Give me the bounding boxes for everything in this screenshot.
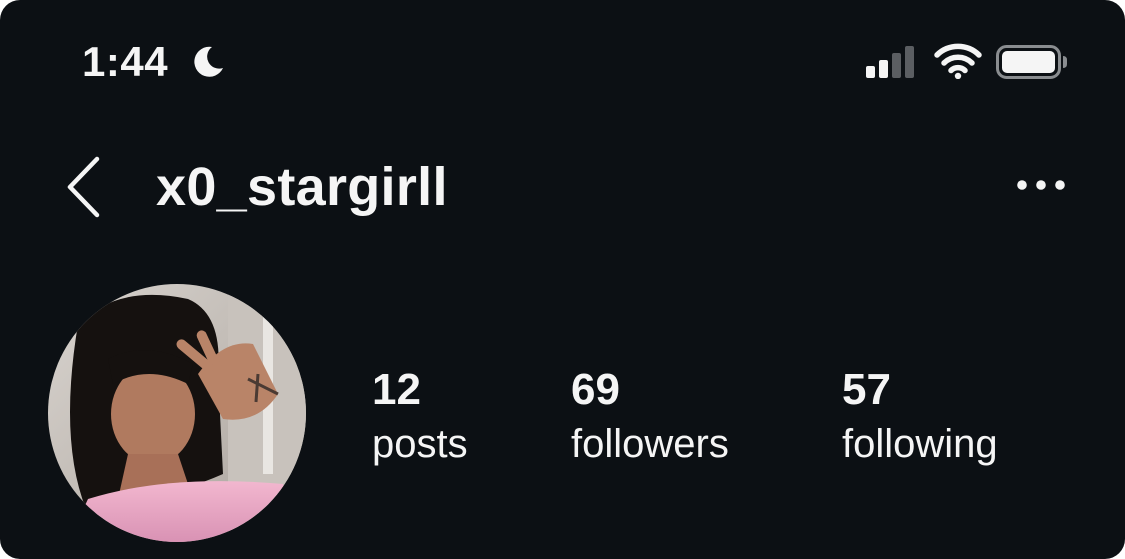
cellular-signal-icon bbox=[866, 46, 914, 78]
more-options-button[interactable] bbox=[1012, 172, 1070, 198]
posts-label: posts bbox=[372, 422, 468, 466]
following-stat[interactable]: 57 following bbox=[842, 364, 998, 470]
followers-count: 69 bbox=[571, 365, 620, 414]
posts-count: 12 bbox=[372, 365, 421, 414]
followers-stat[interactable]: 69 followers bbox=[571, 364, 729, 470]
battery-icon bbox=[996, 45, 1067, 79]
posts-stat[interactable]: 12 posts bbox=[372, 364, 468, 470]
wifi-icon bbox=[934, 43, 982, 79]
status-time: 1:44 bbox=[82, 38, 169, 85]
profile-screen: 1:44 x0_stargirll 12 posts 69 followers … bbox=[0, 0, 1125, 559]
moon-icon bbox=[194, 46, 223, 77]
profile-username: x0_stargirll bbox=[156, 157, 448, 217]
back-button[interactable] bbox=[62, 154, 106, 220]
followers-label: followers bbox=[571, 422, 729, 466]
avatar[interactable] bbox=[48, 284, 306, 542]
following-count: 57 bbox=[842, 365, 891, 414]
following-label: following bbox=[842, 422, 998, 466]
